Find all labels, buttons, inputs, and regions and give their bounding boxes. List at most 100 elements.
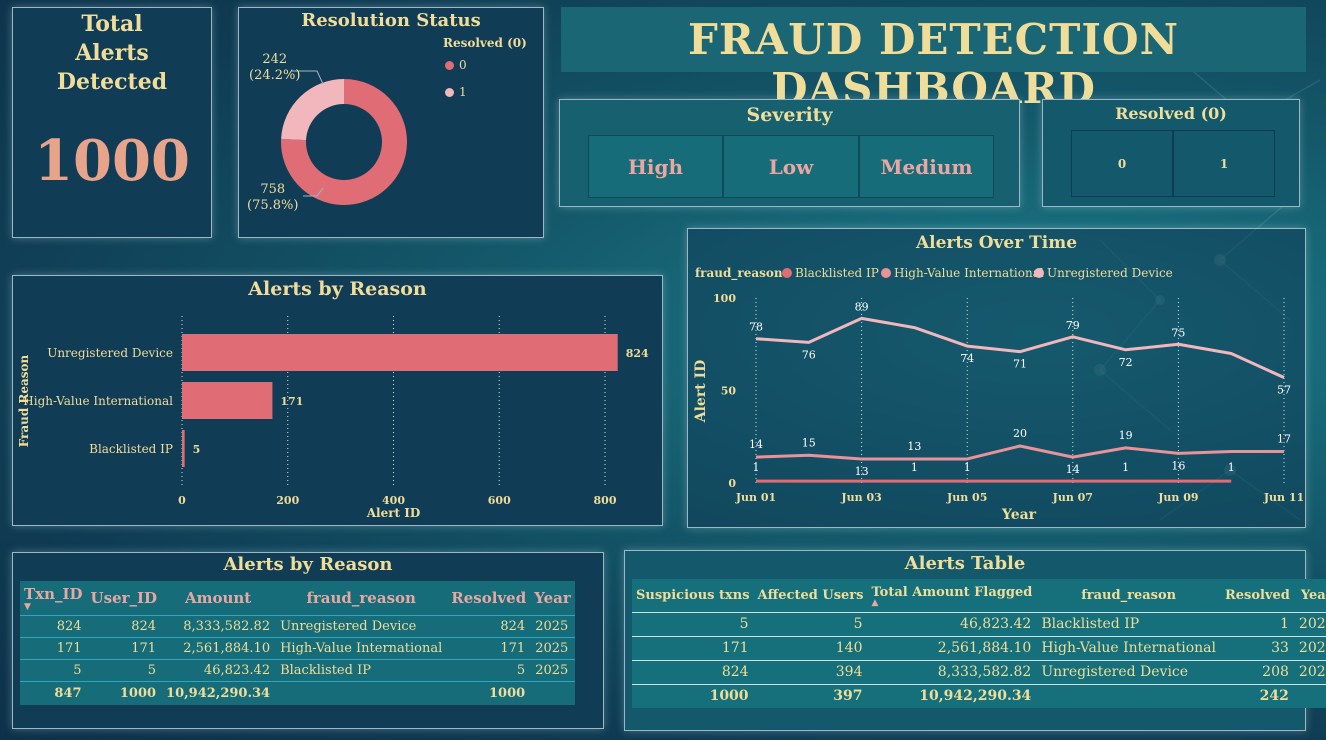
point-data-label: 74 (960, 352, 974, 365)
legend-label: High-Value International (894, 266, 1044, 280)
x-axis-title: Year (1001, 507, 1037, 523)
alerts-table-title: Alerts Table (904, 553, 1026, 574)
severity-slicer: Severity High Low Medium (559, 99, 1020, 207)
column-header-total-amount-flagged[interactable]: Total Amount Flagged ▲ (867, 579, 1036, 612)
column-header-year[interactable]: Year (1294, 579, 1326, 612)
point-data-label: 14 (1066, 463, 1080, 476)
donut-label-pct: (24.2%) (249, 68, 301, 83)
cell-suspicious-txns: 171 (721, 640, 749, 656)
column-header-user-id[interactable]: User_ID (87, 581, 162, 615)
column-header-fraud-reason[interactable]: fraud_reason (275, 581, 447, 615)
table-row[interactable]: 171 171 2,561,884.10 High-Value Internat… (20, 637, 575, 659)
point-data-label: 13 (855, 465, 869, 478)
y-category-label: Unregistered Device (47, 346, 173, 360)
point-data-label: 89 (855, 300, 869, 313)
bar-data-label: 171 (280, 395, 303, 408)
column-header-fraud-reason[interactable]: fraud_reason (1036, 579, 1221, 612)
cell-fraud-reason: Blacklisted IP (1041, 616, 1140, 632)
table-row[interactable]: 824 394 8,333,582.82 Unregistered Device… (632, 660, 1326, 684)
cell-resolved: 208 (1262, 664, 1289, 680)
table-row[interactable]: 824 824 8,333,582.82 Unregistered Device… (20, 615, 575, 637)
y-axis-title: Alert ID (693, 360, 709, 424)
column-header-suspicious-txns[interactable]: Suspicious txns (632, 579, 754, 612)
x-tick-label: 800 (594, 494, 617, 507)
resolved-option-1[interactable]: 1 (1173, 130, 1275, 197)
column-header-amount[interactable]: Amount (161, 581, 275, 615)
cell-user-id: 5 (147, 662, 157, 678)
alerts-over-time-line-chart: fraud_reason Blacklisted IP High-Value Int… (693, 266, 1304, 523)
bar-data-label: 824 (626, 347, 649, 360)
total-alerts-title: Total Alerts Detected (56, 11, 168, 95)
total-suspicious-txns: 1000 (632, 683, 754, 708)
column-header-affected-users[interactable]: Affected Users (754, 579, 868, 612)
point-data-label: 1 (1228, 461, 1235, 474)
cell-fraud-reason: High-Value International (280, 640, 443, 656)
point-data-label: 20 (1013, 427, 1027, 440)
x-tick-label: 200 (276, 494, 299, 507)
sort-descending-icon: ▼ (24, 601, 31, 612)
legend-title: fraud_reason (695, 266, 783, 281)
column-header-resolved[interactable]: Resolved (1221, 579, 1294, 612)
total-fraud-reason (275, 680, 448, 705)
resolved-slicer: Resolved (0) 0 1 (1042, 99, 1300, 207)
severity-slicer-title: Severity (746, 104, 833, 126)
severity-option-low[interactable]: Low (723, 135, 859, 198)
column-header-txn-id[interactable]: Txn_ID ▼ (20, 581, 87, 615)
cell-affected-users: 5 (853, 616, 863, 632)
donut-label-pct: (75.8%) (247, 198, 299, 213)
point-data-label: 57 (1277, 384, 1291, 397)
cell-year: 2025 (535, 640, 569, 656)
point-data-label: 71 (1013, 358, 1027, 371)
cell-total-amount: 2,561,884.10 (937, 640, 1032, 656)
cell-txn-id: 5 (73, 662, 82, 678)
x-tick-label: Jun 03 (840, 491, 881, 504)
cell-year: 2025 (1298, 616, 1326, 632)
y-category-label: High-Value International (23, 394, 173, 408)
cell-year: 2025 (1298, 664, 1326, 680)
sort-ascending-icon: ▲ (871, 597, 879, 608)
table-row[interactable]: 171 140 2,561,884.10 High-Value Internat… (632, 636, 1326, 660)
cell-txn-id: 171 (56, 640, 82, 656)
bar-data-label: 5 (193, 443, 201, 456)
y-tick-label: 0 (728, 477, 736, 490)
severity-option-high[interactable]: High (588, 135, 723, 198)
cell-resolved: 171 (500, 640, 526, 656)
y-tick-label: 50 (721, 385, 737, 398)
resolved-slicer-title: Resolved (0) (1115, 104, 1227, 123)
total-user-id: 1000 (86, 680, 162, 705)
point-data-label: 15 (802, 436, 816, 449)
column-header-year[interactable]: Year (530, 581, 575, 615)
table-row[interactable]: 5 5 46,823.42 Blacklisted IP 5 2025 (20, 659, 575, 681)
alerts-table: Suspicious txns Affected Users Total Amo… (632, 579, 1326, 708)
x-tick-label: Jun 07 (1052, 491, 1093, 504)
cell-total-amount: 46,823.42 (960, 616, 1032, 632)
point-data-label: 17 (1277, 433, 1291, 446)
donut-label-resolved: 242 (24.2%) (249, 52, 300, 84)
donut-label-count: 242 (262, 52, 288, 67)
point-data-label: 1 (964, 461, 971, 474)
point-data-label: 75 (1171, 326, 1185, 339)
bar-unregistered-device (182, 334, 618, 371)
point-data-label: 13 (907, 440, 921, 453)
table-row[interactable]: 5 5 46,823.42 Blacklisted IP 1 2025 (632, 612, 1326, 636)
point-data-label: 19 (1119, 429, 1133, 442)
y-axis-title: Fraud Reason (17, 354, 31, 447)
resolution-status-card: Resolution Status Resolved (0) 0 1 242 (… (238, 7, 544, 238)
cell-year: 2025 (535, 618, 569, 634)
cell-amount: 8,333,582.82 (183, 618, 271, 634)
dashboard-title-banner: FRAUD DETECTION DASHBOARD (561, 7, 1306, 113)
severity-option-medium[interactable]: Medium (859, 135, 994, 198)
cell-fraud-reason: Unregistered Device (1041, 664, 1189, 680)
cell-affected-users: 394 (835, 664, 863, 680)
alerts-over-time-chart-card: Alerts Over Time fraud_reason Blacklisted… (687, 228, 1306, 528)
total-affected-users: 397 (753, 683, 868, 708)
total-alerts-value: 1000 (34, 128, 190, 194)
resolved-option-0[interactable]: 0 (1071, 130, 1173, 197)
x-tick-label: Jun 01 (735, 491, 776, 504)
total-resolved: 242 (1220, 683, 1294, 708)
x-tick-label: 0 (178, 494, 186, 507)
total-resolved: 1000 (447, 680, 531, 705)
x-tick-label: Jun 05 (946, 491, 987, 504)
column-header-resolved[interactable]: Resolved (447, 581, 530, 615)
donut-label-count: 758 (260, 182, 286, 197)
